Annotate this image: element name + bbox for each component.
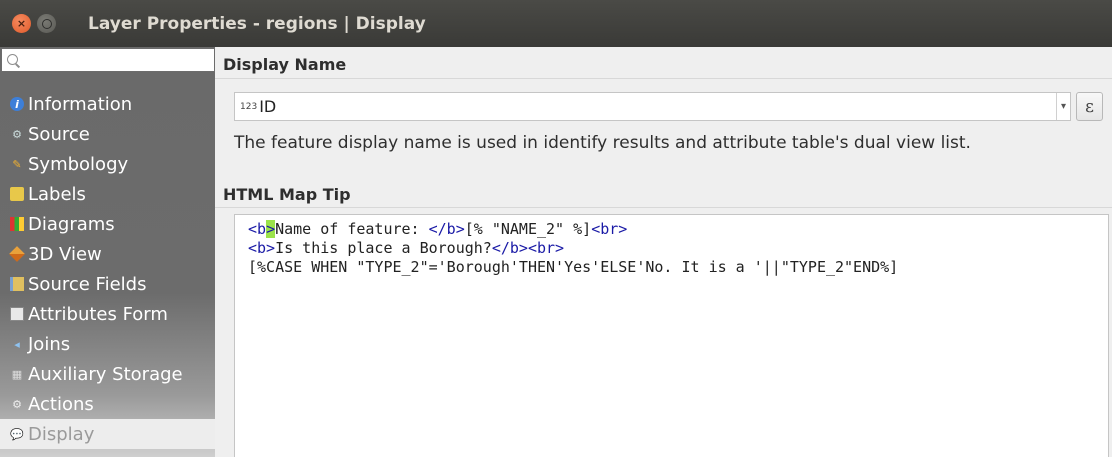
sidebar-item-symbology[interactable]: ✎ Symbology [0,149,215,179]
source-fields-icon [10,277,24,291]
integer-type-icon: 123 [240,101,258,112]
display-icon: 💬 [10,427,24,441]
section-divider [215,78,1112,79]
close-button[interactable]: × [12,14,31,33]
window-title: Layer Properties - regions | Display [88,14,426,34]
actions-icon: ⚙ [12,397,22,411]
sidebar-item-label: Auxiliary Storage [28,363,183,385]
html-tag: </b> [491,239,528,257]
sidebar-item-diagrams[interactable]: Diagrams [0,209,215,239]
sidebar-item-label: Source Fields [28,273,147,295]
html-tag: <b [248,220,267,238]
sidebar-nav: i Information ⚙ Source ✎ Symbology Label… [0,89,215,449]
search-icon [7,53,20,67]
labels-icon [10,187,24,201]
auxiliary-storage-icon: ▦ [11,367,23,381]
sidebar-item-label: Display [28,423,95,445]
sidebar-search[interactable] [1,48,215,72]
expression-text: [%CASE WHEN "TYPE_2"='Borough'THEN'Yes'E… [248,258,899,276]
minimize-button[interactable] [37,14,56,33]
sidebar-item-label: Joins [28,333,71,355]
source-icon: ⚙ [12,127,22,141]
sidebar-item-information[interactable]: i Information [0,89,215,119]
html-tag: <br> [527,239,565,257]
display-name-heading: Display Name [223,55,347,74]
sidebar-item-actions[interactable]: ⚙ Actions [0,389,215,419]
close-icon: × [16,17,27,30]
chevron-down-icon[interactable]: ▾ [1056,93,1070,120]
code-text: Name of feature: [275,220,429,238]
sidebar-item-labels[interactable]: Labels [0,179,215,209]
sidebar-item-label: Symbology [28,153,129,175]
sidebar-item-label: Information [28,93,133,115]
sidebar-item-label: 3D View [28,243,102,265]
sidebar-item-display[interactable]: 💬 Display [0,419,215,449]
sidebar-item-auxiliary-storage[interactable]: ▦ Auxiliary Storage [0,359,215,389]
sidebar-item-joins[interactable]: ◂ Joins [0,329,215,359]
expression-text: [% "NAME_2" %] [464,220,592,238]
section-divider [215,207,1112,208]
search-input[interactable] [26,52,214,68]
attributes-form-icon [10,307,24,321]
info-icon: i [10,97,24,111]
display-name-field-value: ID [259,97,277,116]
map-tip-editor[interactable]: <b>Name of feature: </b>[% "NAME_2" %]<b… [234,214,1109,457]
code-line: <b>Is this place a Borough?</b><br> [248,239,1108,258]
sidebar-item-label: Labels [28,183,86,205]
sidebar-item-label: Attributes Form [28,303,168,325]
code-line: [%CASE WHEN "TYPE_2"='Borough'THEN'Yes'E… [248,258,1108,277]
title-bar: × Layer Properties - regions | Display [0,0,1112,47]
sidebar-item-attributes-form[interactable]: Attributes Form [0,299,215,329]
symbology-icon: ✎ [12,157,22,171]
diagrams-icon [10,217,24,231]
expression-builder-button[interactable]: ε [1076,92,1103,121]
sidebar-item-label: Source [28,123,90,145]
3d-view-icon [9,246,25,262]
sidebar-item-source-fields[interactable]: Source Fields [0,269,215,299]
code-text: Is this place a Borough? [275,239,492,257]
joins-icon: ◂ [14,337,20,351]
sidebar-item-source[interactable]: ⚙ Source [0,119,215,149]
html-tag-bracket-highlight: > [266,220,276,238]
sidebar: i Information ⚙ Source ✎ Symbology Label… [0,47,215,457]
html-tag: </b> [428,220,465,238]
display-name-field-combo[interactable]: 123 ID ▾ [234,92,1071,121]
sidebar-item-3d-view[interactable]: 3D View [0,239,215,269]
map-tip-heading: HTML Map Tip [223,185,351,204]
html-tag: <b> [248,239,276,257]
sidebar-item-label: Actions [28,393,94,415]
html-tag: <br> [591,220,628,238]
display-name-description: The feature display name is used in iden… [234,133,971,153]
main-panel: Display Name 123 ID ▾ ε The feature disp… [215,47,1112,457]
code-line: <b>Name of feature: </b>[% "NAME_2" %]<b… [248,220,1108,239]
sidebar-item-label: Diagrams [28,213,115,235]
